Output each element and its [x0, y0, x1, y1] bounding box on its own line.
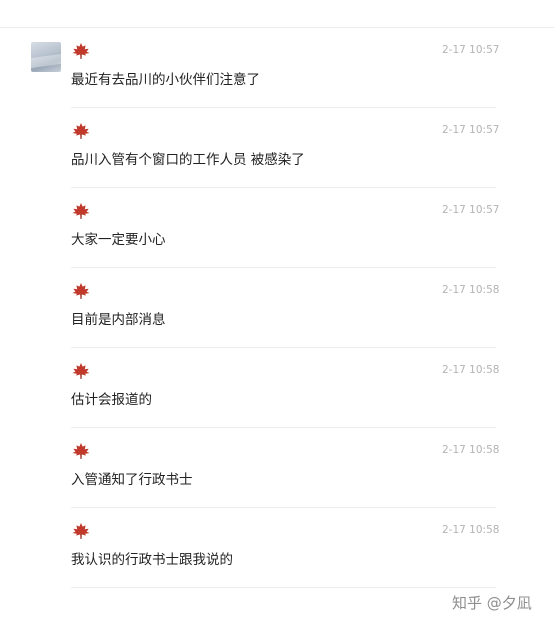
chat-message[interactable]: 2-17 10:58 入管通知了行政书士 [0, 428, 554, 508]
message-text: 目前是内部消息 [71, 312, 166, 328]
maple-leaf-icon [71, 522, 91, 540]
message-text: 我认识的行政书士跟我说的 [71, 552, 233, 568]
maple-leaf-icon [71, 282, 91, 300]
chat-message[interactable]: 2-17 10:57 最近有去品川的小伙伴们注意了 [0, 28, 554, 108]
message-divider [71, 587, 496, 588]
message-text: 估计会报道的 [71, 392, 152, 408]
message-timestamp: 2-17 10:57 [442, 204, 500, 216]
message-timestamp: 2-17 10:58 [442, 524, 500, 536]
chat-message[interactable]: 2-17 10:57 大家一定要小心 [0, 188, 554, 268]
chat-message[interactable]: 2-17 10:58 我认识的行政书士跟我说的 [0, 508, 554, 588]
chat-message[interactable]: 2-17 10:58 目前是内部消息 [0, 268, 554, 348]
message-text: 大家一定要小心 [71, 232, 166, 248]
maple-leaf-icon [71, 362, 91, 380]
message-text: 入管通知了行政书士 [71, 472, 193, 488]
maple-leaf-icon [71, 202, 91, 220]
message-timestamp: 2-17 10:58 [442, 284, 500, 296]
maple-leaf-icon [71, 122, 91, 140]
chat-message[interactable]: 2-17 10:57 品川入管有个窗口的工作人员 被感染了 [0, 108, 554, 188]
watermark: 知乎 @夕凪 [452, 594, 532, 612]
maple-leaf-icon [71, 42, 91, 60]
message-text: 最近有去品川的小伙伴们注意了 [71, 72, 260, 88]
message-timestamp: 2-17 10:57 [442, 124, 500, 136]
message-text: 品川入管有个窗口的工作人员 被感染了 [71, 152, 305, 168]
message-timestamp: 2-17 10:57 [442, 44, 500, 56]
chat-message[interactable]: 2-17 10:58 估计会报道的 [0, 348, 554, 428]
message-timestamp: 2-17 10:58 [442, 444, 500, 456]
maple-leaf-icon [71, 442, 91, 460]
message-timestamp: 2-17 10:58 [442, 364, 500, 376]
